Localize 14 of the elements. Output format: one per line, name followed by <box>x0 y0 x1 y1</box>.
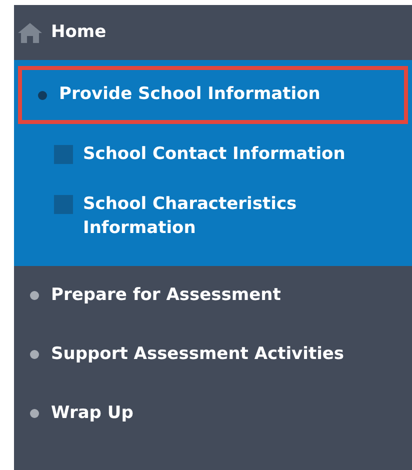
bullet-icon <box>30 409 39 418</box>
bullet-icon <box>30 291 39 300</box>
nav-item[interactable]: Wrap Up <box>14 384 412 443</box>
bullet-icon <box>38 90 47 100</box>
square-icon <box>54 195 73 214</box>
sub-nav-item[interactable]: School Contact Information <box>14 124 412 174</box>
bullet-icon <box>30 350 39 359</box>
sub-nav-item[interactable]: School Characteristics Information <box>14 174 412 248</box>
home-icon <box>17 22 43 44</box>
home-link[interactable]: Home <box>14 5 412 60</box>
nav-item[interactable]: Prepare for Assessment <box>14 266 412 325</box>
square-icon <box>54 145 73 164</box>
nav-item[interactable]: Provide School Information <box>18 66 408 124</box>
nav-item[interactable]: Support Assessment Activities <box>14 325 412 384</box>
